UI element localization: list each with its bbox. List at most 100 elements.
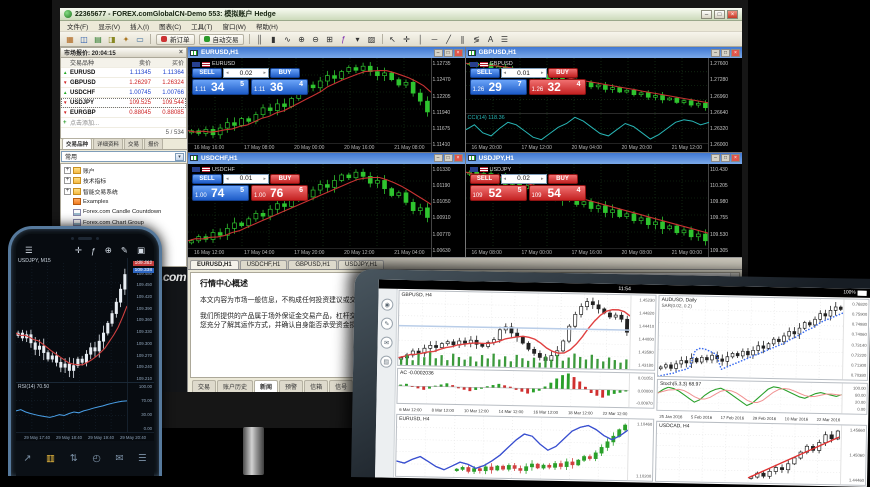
volume-decrease[interactable]: ◂ xyxy=(504,70,507,76)
close-button[interactable]: × xyxy=(454,154,463,162)
market-watch-tab[interactable]: 交易 xyxy=(124,138,143,149)
market-watch-tab[interactable]: 报价 xyxy=(144,138,163,149)
tile-windows-icon[interactable]: ⊞ xyxy=(323,33,336,45)
volume-input[interactable]: ◂0.01▸ xyxy=(223,174,269,184)
volume-increase[interactable]: ▸ xyxy=(541,176,544,182)
terminal-icon[interactable]: ▭ xyxy=(134,33,147,45)
candles-icon[interactable]: ▮ xyxy=(267,33,280,45)
navigator-item[interactable]: +技术指标 xyxy=(61,176,186,187)
mail-icon[interactable]: ✉ xyxy=(115,453,123,464)
chart-tab[interactable]: USDJPY,H1 xyxy=(338,260,384,269)
terminal-tab[interactable]: 预警 xyxy=(279,380,303,392)
minimize-button[interactable]: – xyxy=(434,49,443,57)
add-symbol-row[interactable]: +点击添加... xyxy=(61,118,186,128)
buy-button[interactable]: BUY xyxy=(548,174,578,184)
new-window-icon[interactable]: ▣ xyxy=(137,245,145,256)
autotrading-button[interactable]: 自动交易 xyxy=(199,34,244,45)
terminal-tab[interactable]: 信箱 xyxy=(304,380,328,392)
chart-window-titlebar[interactable]: GBPUSD,H1–□× xyxy=(466,47,743,58)
volume-increase[interactable]: ▸ xyxy=(263,176,266,182)
navigator-item[interactable]: +账户 xyxy=(61,165,186,176)
charts-icon[interactable]: ▥ xyxy=(46,453,55,464)
volume-decrease[interactable]: ◂ xyxy=(504,176,507,182)
symbol-row[interactable]: ▼EURGBP0.880450.88085 xyxy=(61,108,186,118)
menu-item[interactable]: 图表(C) xyxy=(159,21,181,31)
restore-button[interactable]: □ xyxy=(444,154,453,162)
restore-button[interactable]: □ xyxy=(721,49,730,57)
sell-price-button[interactable]: 109525 xyxy=(470,185,527,201)
sell-button[interactable]: SELL xyxy=(192,174,222,184)
volume-input[interactable]: ◂0.02▸ xyxy=(501,174,547,184)
phone-price-chart[interactable]: USDJPY, M15 109.352 109.338 109.510109.4… xyxy=(16,258,154,382)
quotes-icon[interactable]: ↗ xyxy=(23,453,31,464)
panel-close-icon[interactable]: × xyxy=(179,49,183,56)
buy-button[interactable]: BUY xyxy=(270,174,300,184)
tablet-chart-eurusd[interactable]: EURUSD, H4 1.104601.10200 xyxy=(395,414,654,482)
expander-icon[interactable]: + xyxy=(64,188,71,195)
menu-item[interactable]: 文件(F) xyxy=(67,21,88,31)
menu-item[interactable]: 显示(V) xyxy=(98,21,120,31)
navigator-item[interactable]: Examples xyxy=(61,197,186,208)
menu-item[interactable]: 插入(I) xyxy=(130,21,149,31)
line-chart-icon[interactable]: ∿ xyxy=(281,33,294,45)
volume-decrease[interactable]: ◂ xyxy=(226,70,229,76)
vline-icon[interactable]: │ xyxy=(414,33,427,45)
symbol-row[interactable]: ▲USDCHF1.007451.00766 xyxy=(61,88,186,98)
symbol-row[interactable]: ▲EURUSD1.113451.11364 xyxy=(61,68,186,78)
navigator-item[interactable]: Forex.com Candle Countdown xyxy=(61,207,186,218)
timeframes-icon[interactable]: ▾ xyxy=(351,33,364,45)
draw-icon[interactable]: ✎ xyxy=(381,318,393,330)
sell-price-button[interactable]: 1.26297 xyxy=(470,79,527,95)
chart-tab[interactable]: EURUSD,H1 xyxy=(190,260,239,269)
text-icon[interactable]: A xyxy=(484,33,497,45)
volume-increase[interactable]: ▸ xyxy=(263,70,266,76)
buy-price-button[interactable]: 1.26324 xyxy=(529,79,586,95)
minimize-button[interactable]: – xyxy=(434,154,443,162)
buy-price-button[interactable]: 109544 xyxy=(529,185,586,201)
market-watch-icon[interactable]: ▤ xyxy=(92,33,105,45)
history-icon[interactable]: ◴ xyxy=(92,453,100,464)
restore-button[interactable]: □ xyxy=(721,154,730,162)
buy-price-button[interactable]: 1.11364 xyxy=(251,79,308,95)
profiles-icon[interactable]: ◫ xyxy=(78,33,91,45)
sell-price-button[interactable]: 1.00745 xyxy=(192,185,249,201)
buy-price-button[interactable]: 1.00766 xyxy=(251,185,308,201)
crosshair-icon[interactable]: ✛ xyxy=(400,33,413,45)
menu-icon[interactable]: ☰ xyxy=(25,245,33,256)
market-watch-tab[interactable]: 详细资料 xyxy=(93,138,123,149)
new-chart-icon[interactable]: ▦ xyxy=(64,33,77,45)
sell-button[interactable]: SELL xyxy=(192,68,222,78)
close-button[interactable]: × xyxy=(731,154,740,162)
channel-icon[interactable]: ∥ xyxy=(456,33,469,45)
mail-icon[interactable]: ✉ xyxy=(380,337,392,349)
indicators-icon[interactable]: ƒ xyxy=(337,33,350,45)
sell-button[interactable]: SELL xyxy=(470,68,500,78)
arrows-icon[interactable]: ☰ xyxy=(498,33,511,45)
tablet-ac-pane[interactable]: AC -0.0002036 0.010510.00000-0.00970 xyxy=(396,368,655,409)
trade-icon[interactable]: ⇅ xyxy=(70,453,78,464)
buy-button[interactable]: BUY xyxy=(270,68,300,78)
menu-item[interactable]: 窗口(W) xyxy=(222,21,245,31)
maximize-button[interactable]: □ xyxy=(714,10,725,19)
terminal-tab[interactable]: 信号 xyxy=(329,380,353,392)
hline-icon[interactable]: ─ xyxy=(428,33,441,45)
volume-increase[interactable]: ▸ xyxy=(541,70,544,76)
tablet-stochastic-pane[interactable]: Stoch(5,3,3) 68.97 100.0080.0020.000.00 xyxy=(656,379,867,415)
tablet-chart-usdcad[interactable]: USDCAD, H4 1.456601.450601.44460 xyxy=(655,421,867,486)
zoom-out-icon[interactable]: ⊖ xyxy=(309,33,322,45)
expander-icon[interactable]: + xyxy=(64,177,71,184)
chart-window-titlebar[interactable]: USDJPY,H1–□× xyxy=(466,153,743,164)
navigator-dropdown[interactable]: 常用 ▾ xyxy=(61,151,186,162)
menu-item[interactable]: 工具(T) xyxy=(191,21,212,31)
window-titlebar[interactable]: 22365677 - FOREX.comGlobalCN-Demo 553: 模… xyxy=(60,8,742,21)
chart-window-titlebar[interactable]: EURUSD,H1–□× xyxy=(188,47,465,58)
trade-icon[interactable]: ◉ xyxy=(381,299,393,311)
tablet-chart-gbpusd[interactable]: GBPUSD, H4 1.452301.448201.444101.440001… xyxy=(397,290,657,371)
close-button[interactable]: × xyxy=(731,49,740,57)
draw-icon[interactable]: ✎ xyxy=(121,245,128,256)
close-button[interactable]: × xyxy=(727,10,738,19)
navigator-icon[interactable]: ✦ xyxy=(120,33,133,45)
data-window-icon[interactable]: ◨ xyxy=(106,33,119,45)
crosshair-icon[interactable]: ✛ xyxy=(75,245,82,256)
terminal-tab[interactable]: 交易 xyxy=(192,380,216,392)
